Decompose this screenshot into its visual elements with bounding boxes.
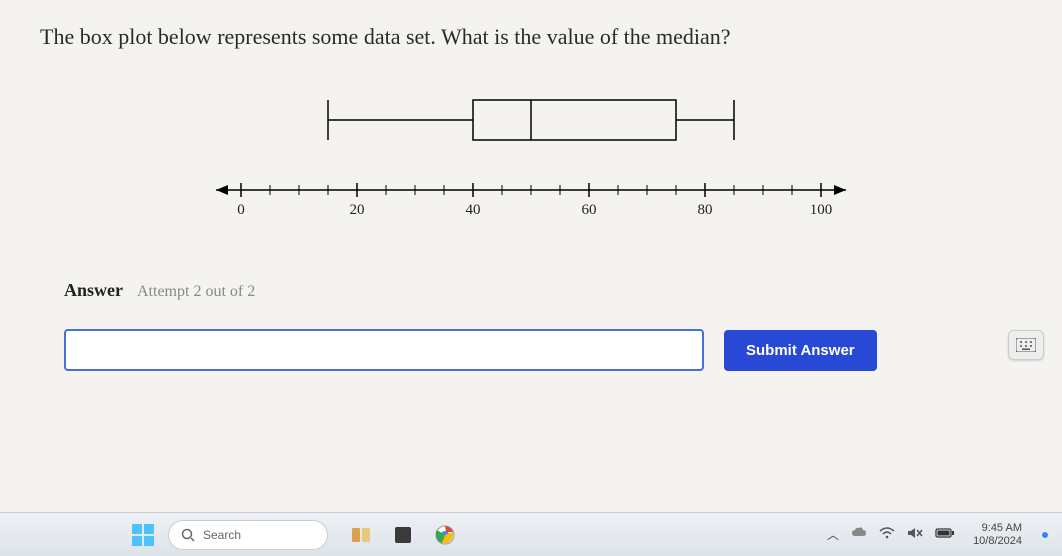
windows-taskbar: Search ︿ 9:45 AM 10/8/2024 bbox=[0, 512, 1062, 556]
clock-time: 9:45 AM bbox=[973, 522, 1022, 535]
volume-mute-icon[interactable] bbox=[907, 526, 923, 543]
svg-text:20: 20 bbox=[350, 202, 365, 218]
keypad-icon bbox=[1016, 338, 1036, 352]
answer-input[interactable] bbox=[64, 329, 704, 371]
svg-text:0: 0 bbox=[237, 202, 245, 218]
svg-text:60: 60 bbox=[582, 202, 597, 218]
clock-date: 10/8/2024 bbox=[973, 535, 1022, 548]
taskbar-app-2[interactable] bbox=[390, 522, 416, 548]
taskbar-app-3[interactable] bbox=[432, 522, 458, 548]
search-icon bbox=[181, 528, 195, 542]
search-placeholder: Search bbox=[203, 528, 241, 542]
taskbar-search[interactable]: Search bbox=[168, 520, 328, 550]
cloud-icon[interactable] bbox=[851, 527, 867, 542]
keypad-button[interactable] bbox=[1008, 330, 1044, 360]
book-icon bbox=[350, 524, 372, 546]
question-text: The box plot below represents some data … bbox=[40, 24, 1022, 50]
system-tray: ︿ 9:45 AM 10/8/2024 bbox=[827, 522, 1050, 547]
tray-chevron-up-icon[interactable]: ︿ bbox=[827, 526, 839, 543]
svg-text:40: 40 bbox=[466, 202, 481, 218]
svg-text:100: 100 bbox=[810, 202, 833, 218]
notification-indicator[interactable] bbox=[1040, 530, 1050, 540]
start-button[interactable] bbox=[132, 524, 154, 546]
svg-text:80: 80 bbox=[698, 202, 713, 218]
chrome-icon bbox=[434, 524, 456, 546]
answer-label: Answer bbox=[64, 280, 123, 301]
attempt-text: Attempt 2 out of 2 bbox=[137, 283, 255, 301]
boxplot-chart: 0 20 40 60 80 100 bbox=[181, 80, 881, 240]
wifi-icon[interactable] bbox=[879, 527, 895, 542]
taskbar-app-1[interactable] bbox=[348, 522, 374, 548]
battery-icon[interactable] bbox=[935, 527, 955, 542]
submit-answer-button[interactable]: Submit Answer bbox=[724, 330, 877, 371]
taskbar-clock[interactable]: 9:45 AM 10/8/2024 bbox=[973, 522, 1022, 547]
boxplot-svg: 0 20 40 60 80 100 bbox=[181, 80, 881, 240]
square-icon bbox=[393, 525, 413, 545]
